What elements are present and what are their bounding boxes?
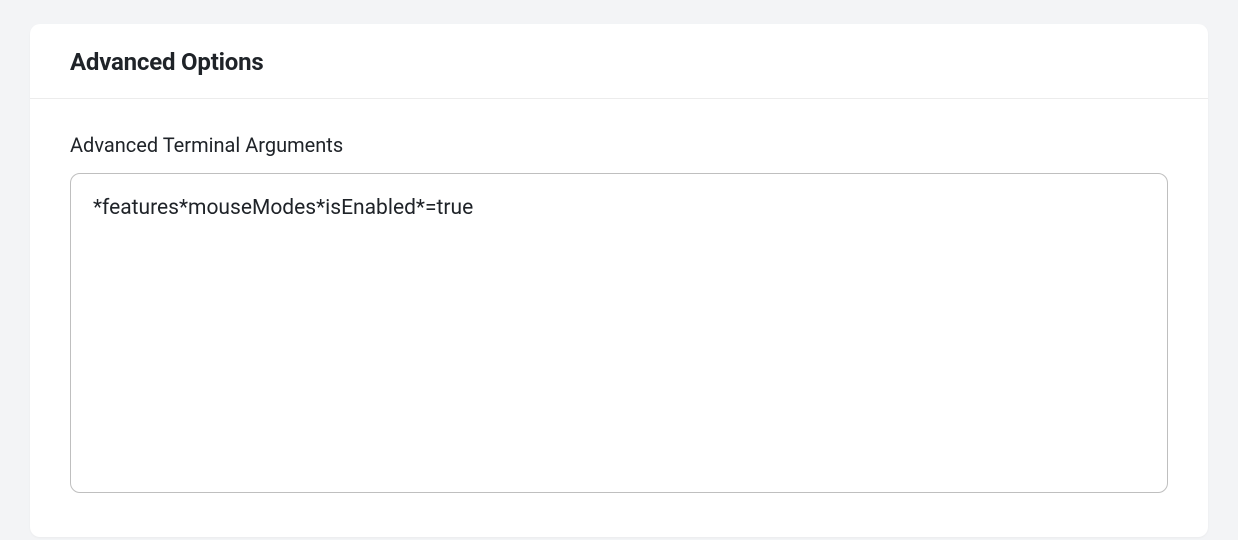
terminal-arguments-textarea[interactable]	[70, 173, 1168, 493]
panel-body: Advanced Terminal Arguments	[30, 99, 1208, 537]
panel-title: Advanced Options	[70, 48, 1168, 76]
advanced-options-panel: Advanced Options Advanced Terminal Argum…	[30, 24, 1208, 537]
terminal-arguments-label: Advanced Terminal Arguments	[70, 133, 1168, 157]
panel-header: Advanced Options	[30, 24, 1208, 99]
